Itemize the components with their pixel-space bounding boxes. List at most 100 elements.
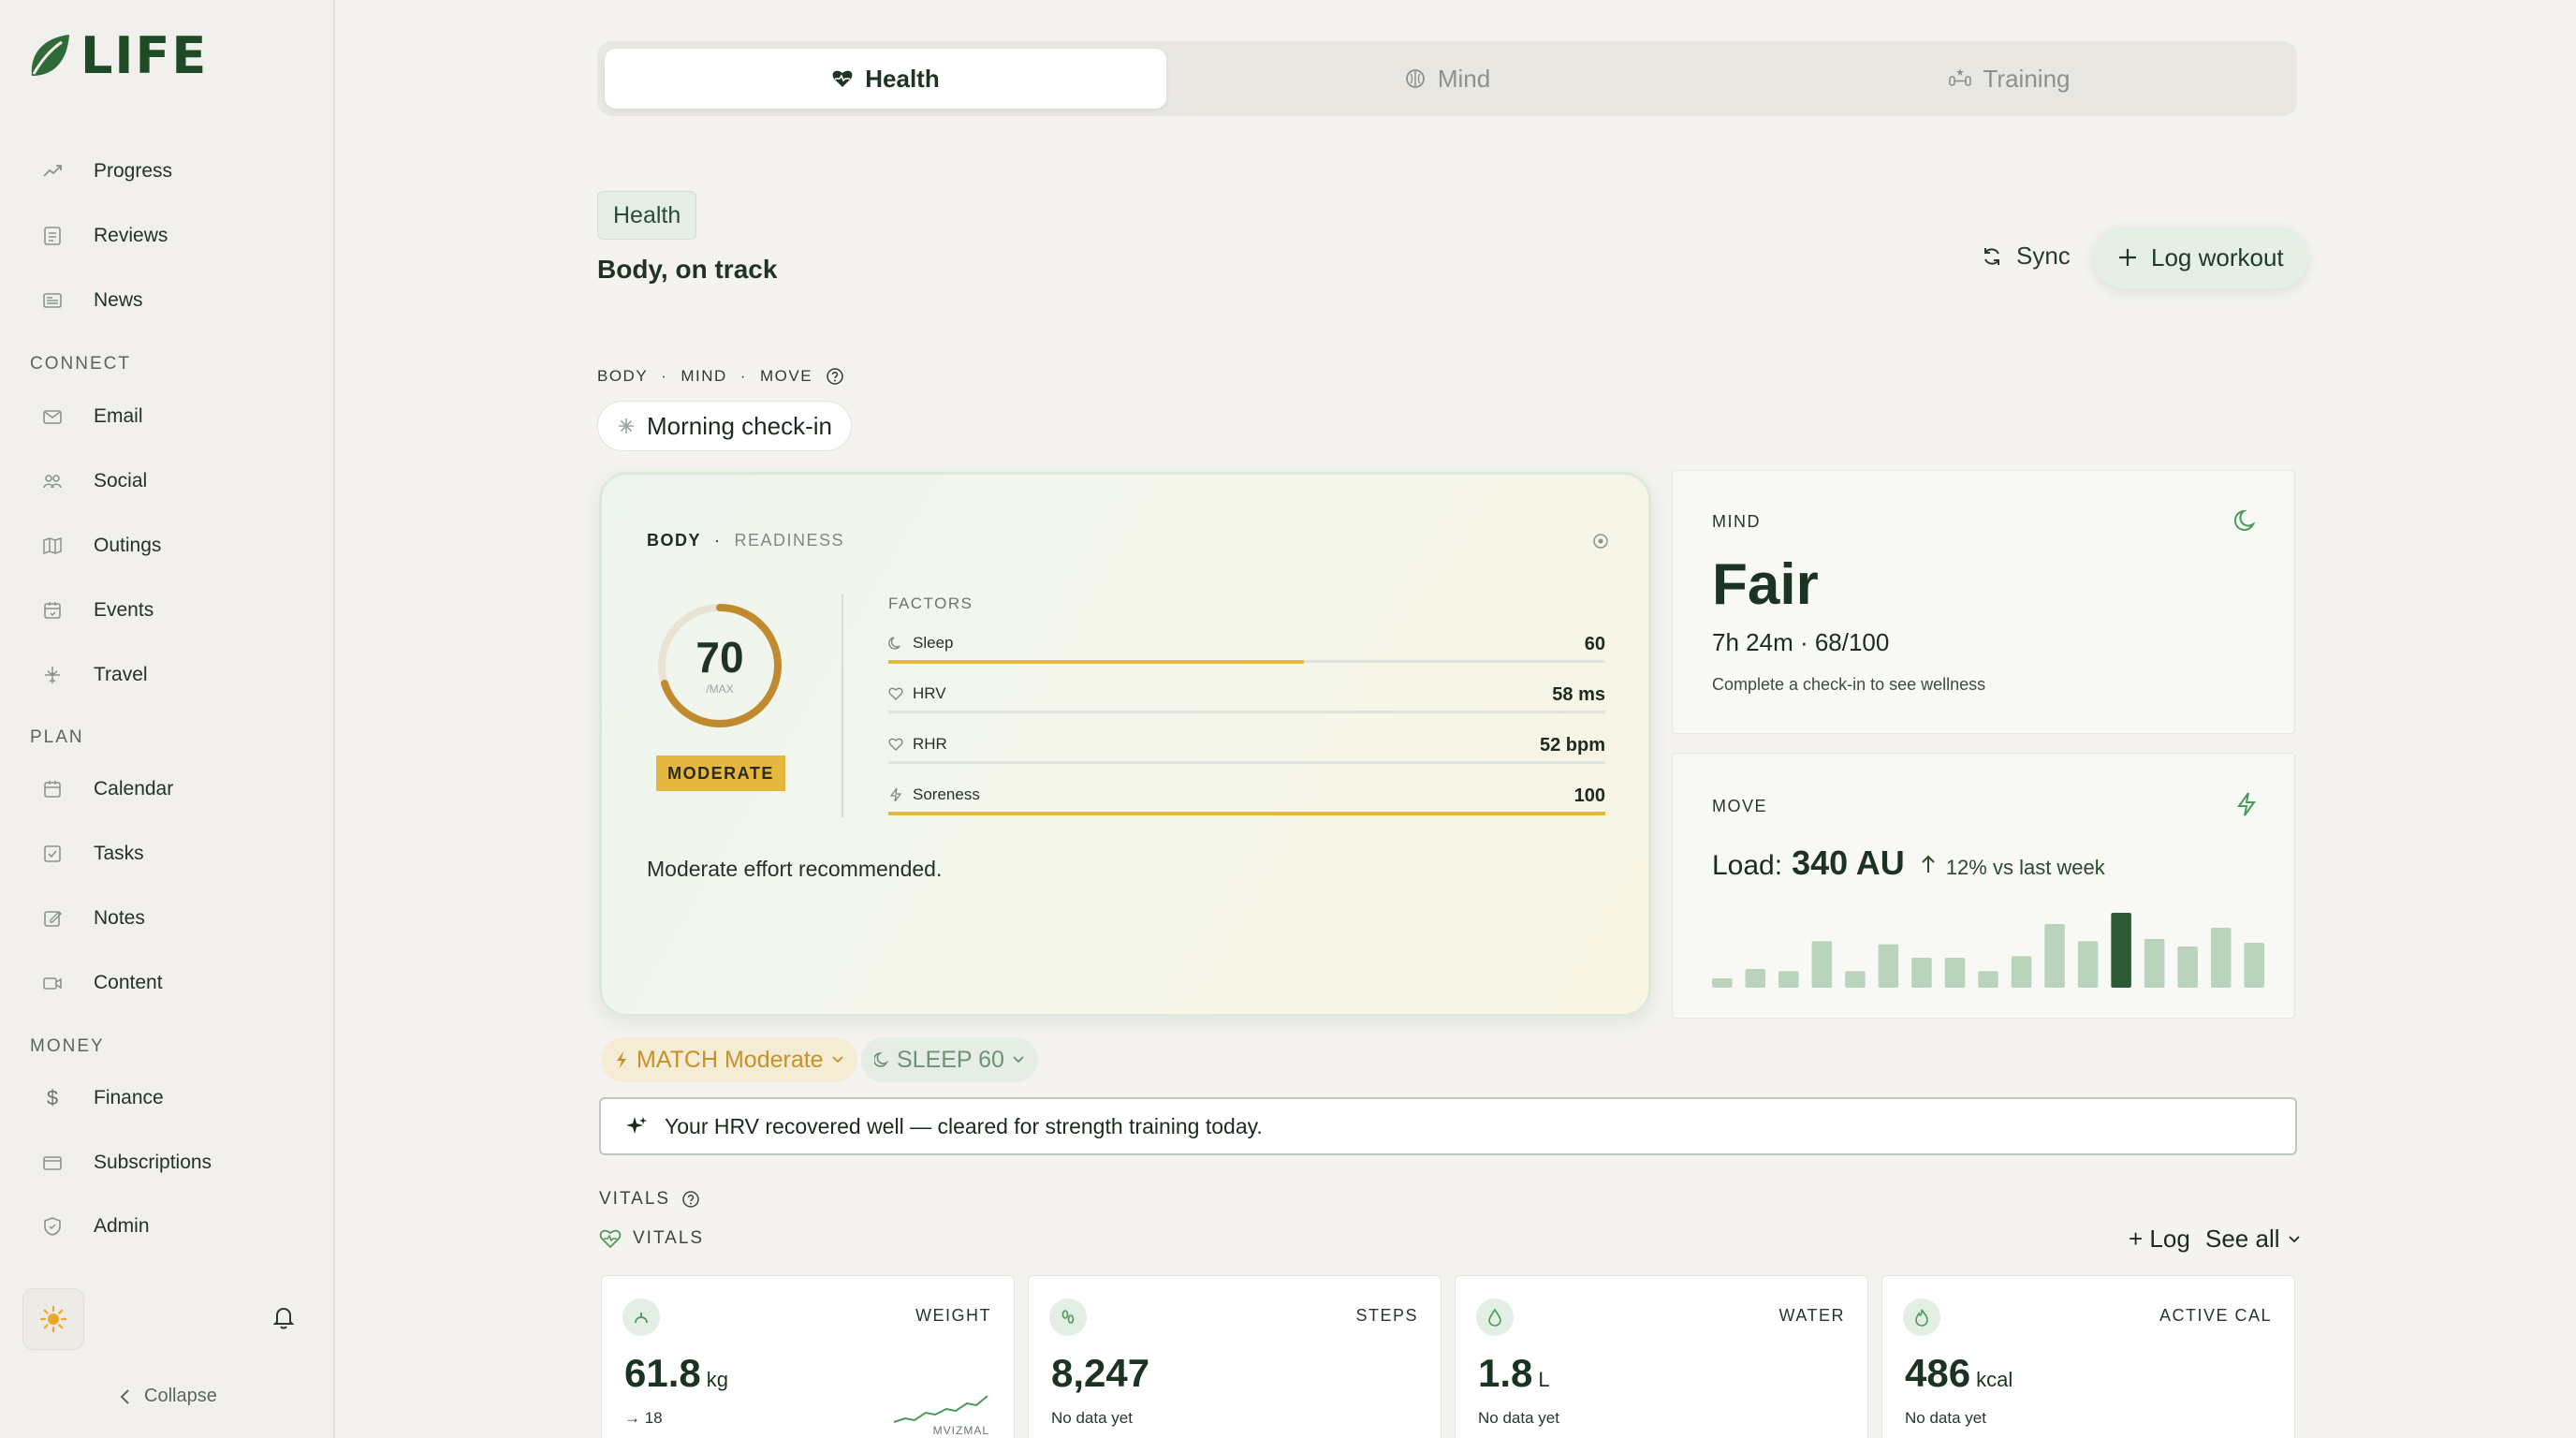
target-icon[interactable] xyxy=(1592,533,1609,550)
label-separator: · xyxy=(714,531,722,550)
arrow-up-icon xyxy=(1922,855,1935,873)
sidebar-item-calendar[interactable]: Calendar xyxy=(41,770,173,808)
match-chip[interactable]: MATCH Moderate xyxy=(601,1037,857,1082)
sidebar-item-admin[interactable]: Admin xyxy=(41,1208,150,1245)
factor-value: 52 bpm xyxy=(1539,735,1605,756)
factor-value: 100 xyxy=(1573,785,1605,806)
heart-outline-icon xyxy=(888,687,903,700)
scale-icon xyxy=(622,1299,660,1336)
move-load: Load: 340 AU 12% vs last week xyxy=(1712,844,2105,883)
readiness-score: 70 xyxy=(695,633,744,682)
sidebar-item-progress[interactable]: Progress xyxy=(41,153,172,190)
card-label-sub: READINESS xyxy=(734,531,845,550)
move-label: MOVE xyxy=(1712,797,1768,815)
log-workout-button[interactable]: Log workout xyxy=(2093,227,2308,288)
sidebar-item-subscriptions[interactable]: Subscriptions xyxy=(41,1144,212,1181)
crumb-separator: · xyxy=(661,367,668,385)
sidebar-item-events[interactable]: Events xyxy=(41,592,154,629)
sidebar-item-travel[interactable]: Travel xyxy=(41,656,148,694)
mind-state: Fair xyxy=(1712,552,1819,617)
sync-button[interactable]: Sync xyxy=(1981,242,2071,271)
factor-fill xyxy=(888,660,1305,664)
help-icon[interactable] xyxy=(681,1190,700,1209)
sidebar-item-news[interactable]: News xyxy=(41,282,143,319)
vital-name: ACTIVE CAL xyxy=(2159,1306,2272,1325)
card-label: BODY · READINESS xyxy=(647,531,844,550)
vital-foot: No data yet xyxy=(1051,1409,1133,1427)
tab-mind[interactable]: Mind xyxy=(1166,49,1728,109)
vital-card-water[interactable]: WATER 1.8 L No data yet xyxy=(1455,1275,1868,1438)
checkin-label: Morning check-in xyxy=(647,411,832,440)
sidebar-item-label: Subscriptions xyxy=(94,1152,212,1173)
sidebar-item-label: Events xyxy=(94,599,154,621)
log-workout-label: Log workout xyxy=(2151,242,2284,271)
plane-icon xyxy=(41,664,64,686)
factor-soreness: Soreness 100 xyxy=(888,785,1605,836)
sidebar-item-label: Tasks xyxy=(94,843,144,864)
sidebar-item-label: Travel xyxy=(94,664,148,685)
checkbox-icon xyxy=(41,843,64,865)
dumbbell-icon xyxy=(1948,68,1971,86)
mind-card[interactable]: MIND Fair 7h 24m · 68/100 Complete a che… xyxy=(1672,470,2295,734)
chevron-left-icon xyxy=(120,1388,129,1404)
app-logo[interactable]: LIFE xyxy=(28,26,208,85)
tab-label: Training xyxy=(1983,64,2071,93)
crumb-mind[interactable]: MIND xyxy=(681,367,726,386)
sidebar-item-tasks[interactable]: Tasks xyxy=(41,835,144,873)
card-label-body: BODY xyxy=(647,531,702,550)
sidebar-item-label: Progress xyxy=(94,160,173,182)
sidebar-item-email[interactable]: Email xyxy=(41,398,143,435)
tab-training[interactable]: Training xyxy=(1728,49,2290,109)
morning-checkin-button[interactable]: Morning check-in xyxy=(597,401,852,451)
sidebar-item-outings[interactable]: Outings xyxy=(41,527,161,565)
crumb-move[interactable]: MOVE xyxy=(760,367,812,386)
vital-card-weight[interactable]: WEIGHT 61.8 kg → 18 MVIZMAL xyxy=(601,1275,1015,1438)
sidebar-item-finance[interactable]: $ Finance xyxy=(41,1079,164,1117)
bell-icon[interactable] xyxy=(270,1303,298,1331)
sidebar-item-social[interactable]: Social xyxy=(41,462,147,500)
heart-pulse-icon xyxy=(599,1229,622,1249)
tab-label: Mind xyxy=(1437,64,1491,93)
vital-card-steps[interactable]: STEPS 8,247 No data yet xyxy=(1028,1275,1442,1438)
document-icon xyxy=(41,225,64,247)
vital-card-active-cal[interactable]: ACTIVE CAL 486 kcal No data yet xyxy=(1881,1275,2295,1438)
factor-value: 58 ms xyxy=(1552,684,1605,705)
insight-text: Your HRV recovered well — cleared for st… xyxy=(665,1113,1263,1138)
body-readiness-card[interactable]: BODY · READINESS 70 /MAX MODERATE FACTOR… xyxy=(599,472,1651,1017)
vital-value: 1.8 L xyxy=(1478,1351,1550,1396)
collapse-button[interactable]: Collapse xyxy=(118,1386,217,1407)
sidebar-item-label: Calendar xyxy=(94,778,174,800)
moon-icon xyxy=(888,637,900,650)
load-bar xyxy=(1944,958,1966,988)
log-vital-button[interactable]: + Log xyxy=(2129,1225,2190,1254)
section-connect: CONNECT xyxy=(30,354,131,374)
load-bar xyxy=(2177,946,2198,988)
help-icon[interactable] xyxy=(826,367,844,386)
vitals-subheading: VITALS xyxy=(599,1228,704,1249)
sidebar-item-reviews[interactable]: Reviews xyxy=(41,217,168,255)
factor-fill xyxy=(888,812,1605,815)
move-card[interactable]: MOVE Load: 340 AU 12% vs last week xyxy=(1672,753,2295,1019)
collapse-label: Collapse xyxy=(144,1386,217,1406)
factor-name: Soreness xyxy=(913,785,980,803)
factor-name: RHR xyxy=(913,735,947,753)
sleep-chip[interactable]: SLEEP 60 xyxy=(861,1037,1038,1082)
vital-value: 486 kcal xyxy=(1905,1351,2012,1396)
theme-toggle-button[interactable] xyxy=(22,1288,84,1350)
insight-banner: Your HRV recovered well — cleared for st… xyxy=(599,1097,2297,1155)
sidebar-item-notes[interactable]: Notes xyxy=(41,900,145,937)
vitals-title: VITALS xyxy=(599,1189,671,1209)
load-bar-chart xyxy=(1712,913,2264,988)
crumb-body[interactable]: BODY xyxy=(597,367,648,386)
chevron-down-icon xyxy=(2288,1235,2300,1242)
vitals-subtitle: VITALS xyxy=(633,1228,705,1248)
vital-foot: No data yet xyxy=(1478,1409,1559,1427)
vital-name: STEPS xyxy=(1355,1306,1418,1325)
footsteps-icon xyxy=(1049,1299,1087,1336)
section-tabs: Health Mind Training xyxy=(597,41,2297,116)
sidebar-item-content[interactable]: Content xyxy=(41,964,163,1002)
factor-name: Sleep xyxy=(913,634,954,652)
tab-health[interactable]: Health xyxy=(605,49,1166,109)
divider xyxy=(842,594,843,817)
see-all-button[interactable]: See all xyxy=(2205,1225,2301,1254)
